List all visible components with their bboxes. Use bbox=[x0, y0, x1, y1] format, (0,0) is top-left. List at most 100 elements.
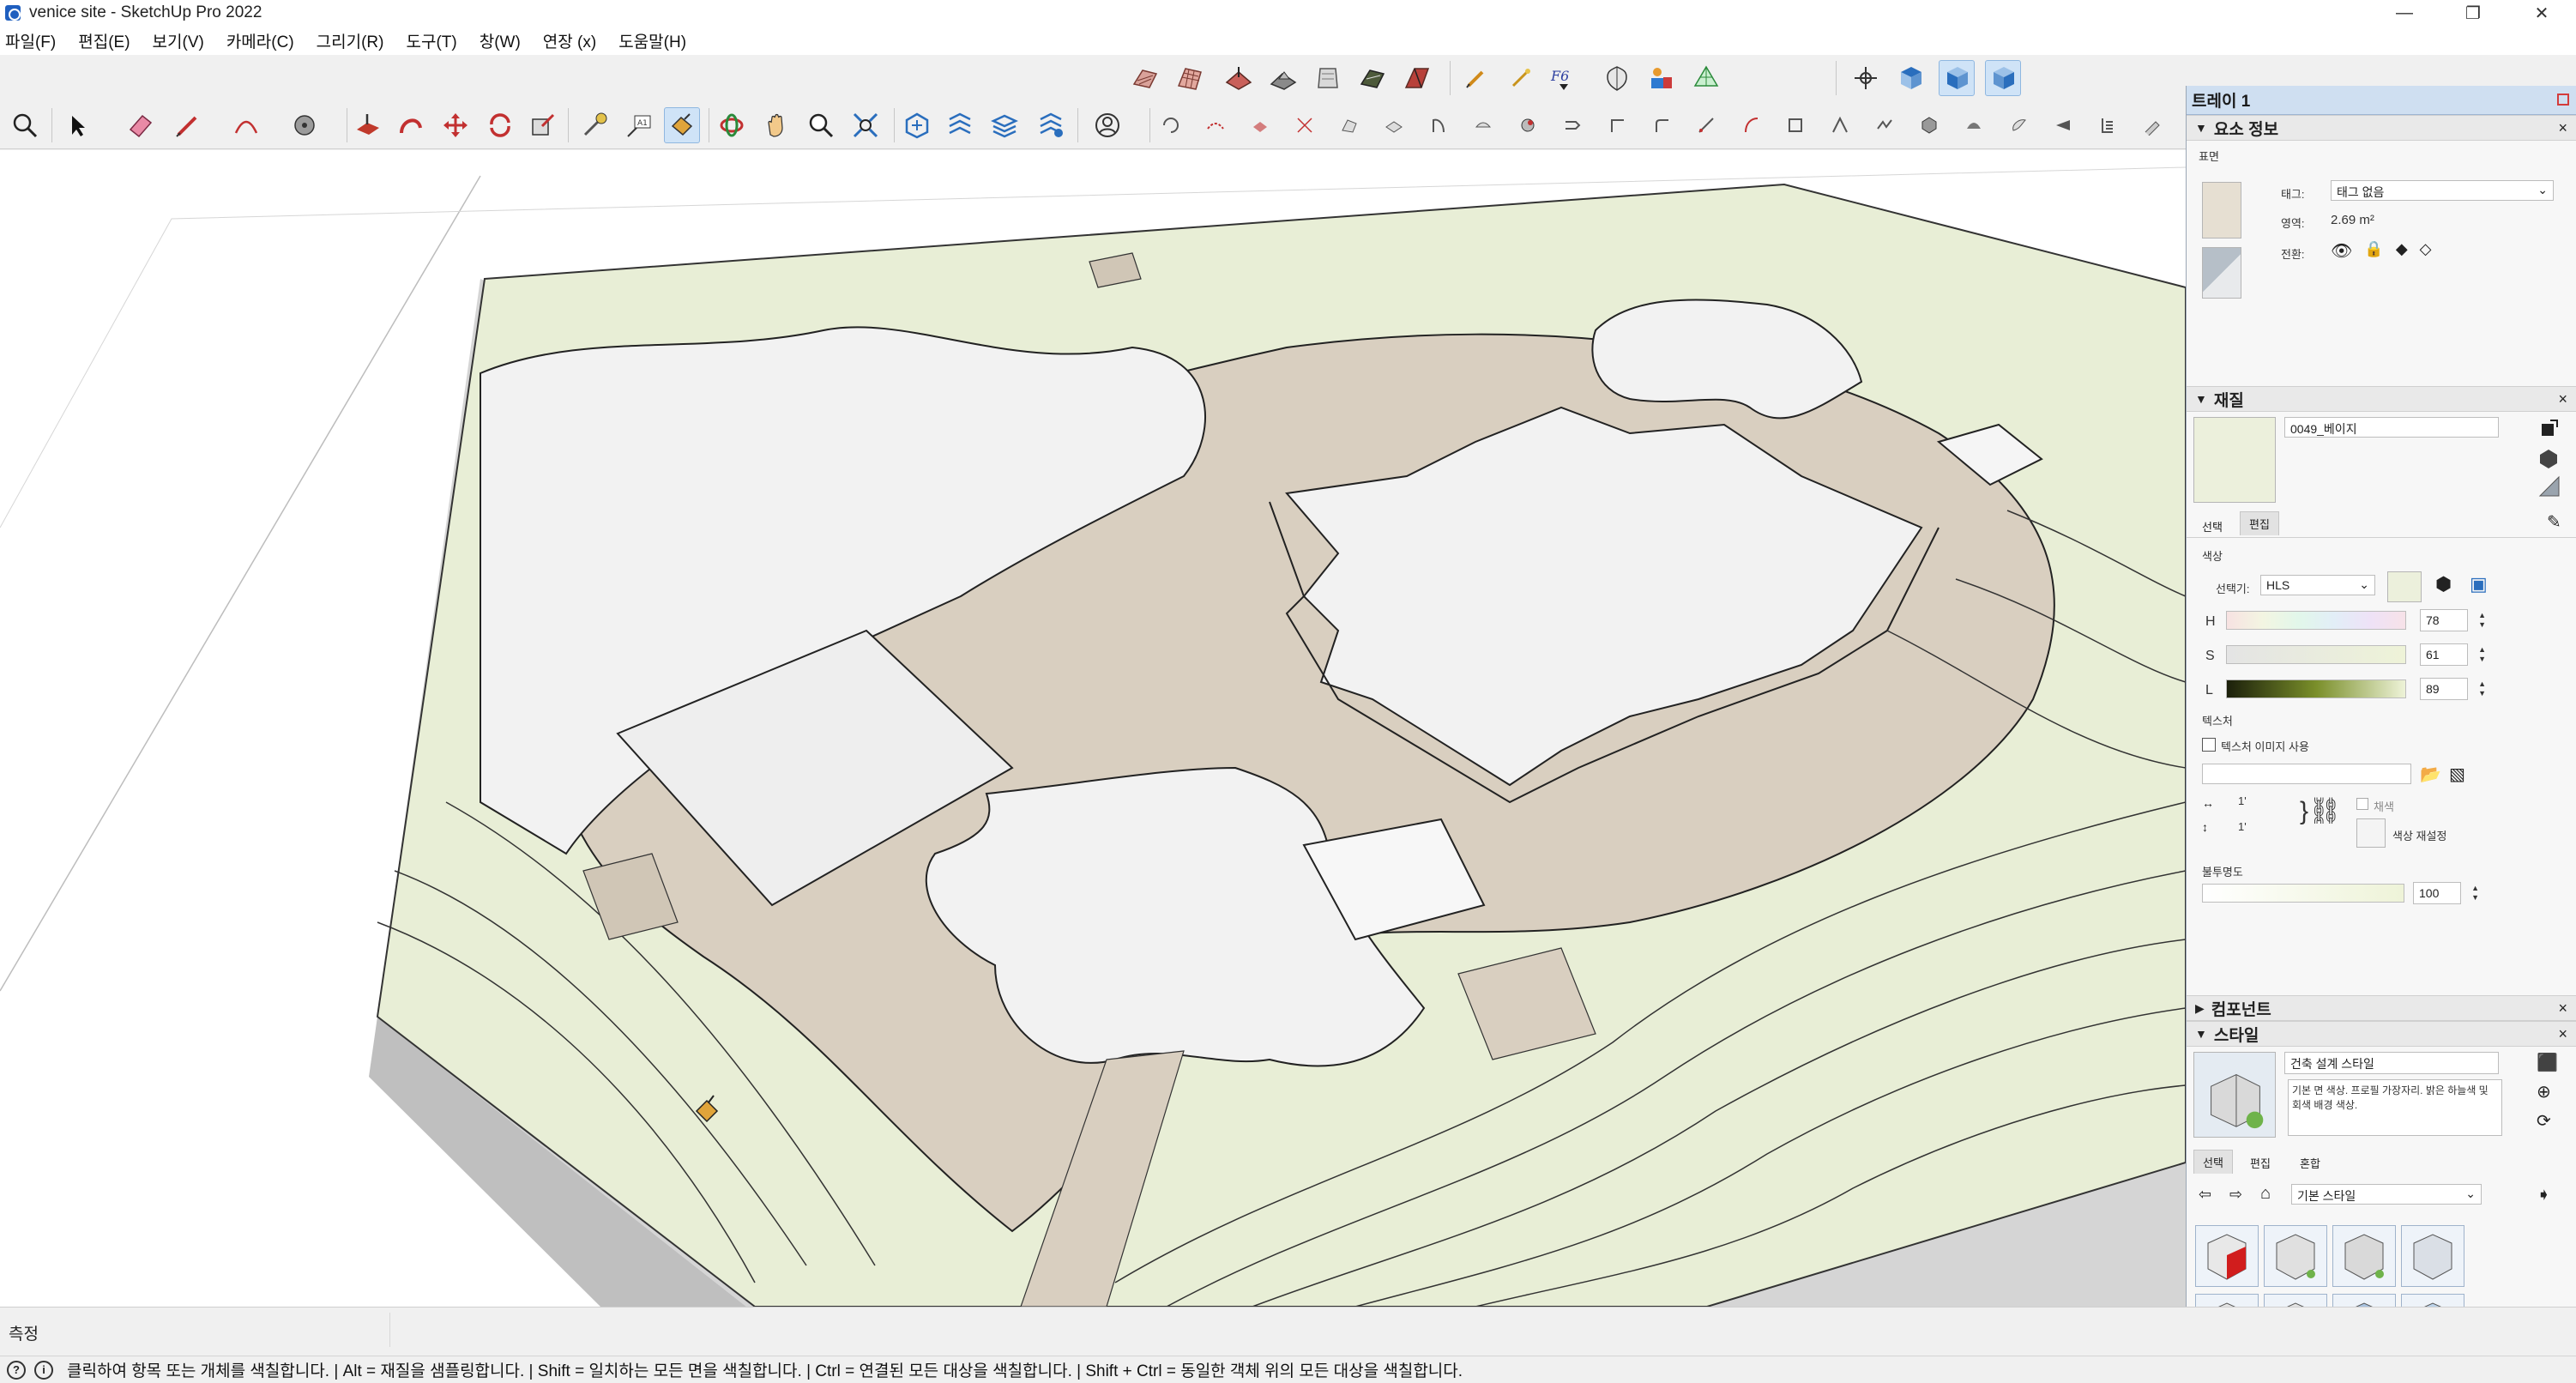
menu-tools[interactable]: 도구(T) bbox=[406, 29, 456, 52]
receive-shadow-icon[interactable]: ◇ bbox=[2420, 240, 2432, 262]
model-viewport[interactable] bbox=[0, 150, 2186, 1307]
zoom-window-icon[interactable] bbox=[848, 107, 884, 143]
account-icon[interactable] bbox=[1089, 107, 1125, 143]
shield-extension-icon[interactable] bbox=[1599, 60, 1635, 96]
follow-me-icon[interactable] bbox=[393, 107, 429, 143]
style-collection-dropdown[interactable]: 기본 스타일 ⌄ bbox=[2291, 1184, 2482, 1205]
expand-triangle-icon[interactable]: ▶ bbox=[2195, 1001, 2205, 1016]
warehouse-icon[interactable] bbox=[899, 107, 935, 143]
details-arrow-icon[interactable]: ➧ bbox=[2537, 1184, 2551, 1205]
orbit-icon[interactable] bbox=[714, 107, 750, 143]
hue-input[interactable]: 78 bbox=[2420, 609, 2486, 631]
materials-tab-edit[interactable]: 편집 bbox=[2240, 511, 2279, 535]
geo-location-icon[interactable]: ? bbox=[7, 1360, 26, 1380]
ext-icon-3[interactable] bbox=[1247, 112, 1273, 138]
wand-extension-icon[interactable] bbox=[1503, 60, 1539, 96]
style-item-4[interactable] bbox=[2401, 1225, 2464, 1287]
reset-color-swatch[interactable] bbox=[2356, 818, 2386, 848]
lock-icon[interactable]: 🔒 bbox=[2364, 240, 2383, 262]
lightness-input[interactable]: 89 bbox=[2420, 678, 2486, 700]
tape-measure-icon[interactable] bbox=[576, 107, 612, 143]
default-material-icon[interactable] bbox=[2537, 446, 2561, 470]
menu-extensions[interactable]: 연장 (x) bbox=[543, 29, 596, 52]
forward-arrow-icon[interactable]: ⇨ bbox=[2229, 1186, 2242, 1204]
flip-edge-icon[interactable] bbox=[1399, 60, 1435, 96]
opacity-input[interactable]: 100 bbox=[2413, 882, 2479, 904]
front-material-swatch[interactable] bbox=[2202, 182, 2241, 239]
ext-icon-8[interactable] bbox=[1470, 112, 1496, 138]
ext-icon-16[interactable] bbox=[1827, 112, 1853, 138]
line-pencil-icon[interactable] bbox=[170, 107, 206, 143]
ext-icon-17[interactable] bbox=[1872, 112, 1897, 138]
push-pull-icon[interactable] bbox=[350, 107, 386, 143]
text-tool-icon[interactable]: A1 bbox=[621, 107, 657, 143]
create-style-icon[interactable]: ⬛ bbox=[2537, 1052, 2558, 1073]
use-texture-checkbox[interactable] bbox=[2202, 738, 2216, 752]
create-material-icon[interactable] bbox=[2537, 417, 2561, 441]
styles-tab-select[interactable]: 선택 bbox=[2193, 1150, 2233, 1174]
ext-icon-19[interactable] bbox=[1961, 112, 1987, 138]
eraser-icon[interactable] bbox=[122, 107, 158, 143]
menu-window[interactable]: 창(W) bbox=[480, 29, 521, 52]
ext-icon-9[interactable] bbox=[1515, 112, 1541, 138]
pencil-extension-icon[interactable] bbox=[1458, 60, 1494, 96]
right-view-icon[interactable] bbox=[1985, 60, 2021, 96]
match-model-color-icon[interactable]: ⬢ bbox=[2435, 573, 2452, 595]
saturation-input[interactable]: 61 bbox=[2420, 643, 2486, 666]
ext-icon-5[interactable] bbox=[1336, 112, 1362, 138]
ext-icon-7[interactable] bbox=[1426, 112, 1451, 138]
network-extension-icon[interactable] bbox=[1688, 60, 1724, 96]
styles-tab-mix[interactable]: 혼합 bbox=[2291, 1151, 2329, 1175]
lightness-slider[interactable] bbox=[2226, 679, 2406, 698]
link-aspect-icon[interactable]: }⛓ bbox=[2300, 796, 2341, 826]
color-preview-swatch[interactable] bbox=[2387, 571, 2422, 602]
collapse-triangle-icon[interactable]: ▼ bbox=[2195, 1027, 2207, 1041]
menu-help[interactable]: 도움말(H) bbox=[618, 29, 686, 52]
arc-icon[interactable] bbox=[228, 107, 264, 143]
menu-camera[interactable]: 카메라(C) bbox=[226, 29, 294, 52]
style-thumbnail[interactable] bbox=[2193, 1052, 2276, 1138]
style-item-3[interactable] bbox=[2332, 1225, 2396, 1287]
tray-pin-icon[interactable] bbox=[2557, 94, 2569, 106]
menu-file[interactable]: 파일(F) bbox=[5, 29, 56, 52]
current-material-swatch[interactable] bbox=[2193, 417, 2276, 503]
ext-icon-18[interactable] bbox=[1916, 112, 1942, 138]
shapes-icon[interactable] bbox=[287, 107, 323, 143]
ext-icon-2[interactable] bbox=[1203, 112, 1228, 138]
sample-paint-icon[interactable] bbox=[2537, 474, 2562, 499]
info-icon[interactable]: i bbox=[34, 1360, 53, 1380]
visible-eye-icon[interactable]: 👁 bbox=[2331, 240, 2352, 262]
extension-manager-icon[interactable] bbox=[1033, 107, 1069, 143]
match-screen-color-icon[interactable]: ▣ bbox=[2470, 573, 2488, 595]
ext-icon-6[interactable] bbox=[1381, 112, 1407, 138]
browse-folder-icon[interactable]: 📂 bbox=[2420, 764, 2441, 785]
cast-shadow-icon[interactable]: ◆ bbox=[2396, 240, 2408, 262]
style-item-2[interactable] bbox=[2264, 1225, 2327, 1287]
eyedropper-icon[interactable]: ✎ bbox=[2547, 511, 2561, 533]
opacity-slider[interactable] bbox=[2202, 884, 2404, 903]
select-arrow-icon[interactable] bbox=[60, 107, 96, 143]
scale-icon[interactable] bbox=[525, 107, 561, 143]
stamp-icon[interactable] bbox=[1265, 60, 1301, 96]
layer-manager-icon[interactable] bbox=[986, 107, 1023, 143]
minimize-button[interactable]: — bbox=[2370, 0, 2439, 26]
components-header[interactable]: ▶ 컴포넌트 × bbox=[2187, 995, 2576, 1021]
close-panel-icon[interactable]: × bbox=[2558, 390, 2567, 408]
close-panel-icon[interactable]: × bbox=[2558, 119, 2567, 137]
ext-icon-22[interactable] bbox=[2095, 112, 2121, 138]
edit-texture-icon[interactable]: ▧ bbox=[2449, 764, 2465, 785]
rotate-icon[interactable] bbox=[482, 107, 518, 143]
measurements-input[interactable] bbox=[172, 1313, 390, 1347]
top-view-icon[interactable] bbox=[1892, 60, 1928, 96]
zoom-extents-icon[interactable] bbox=[7, 107, 43, 143]
style-item-1[interactable] bbox=[2195, 1225, 2259, 1287]
ext-icon-1[interactable] bbox=[1158, 112, 1184, 138]
ext-icon-15[interactable] bbox=[1783, 112, 1808, 138]
drape-icon[interactable] bbox=[1310, 60, 1346, 96]
refresh-icon[interactable]: ⟳ bbox=[2537, 1110, 2551, 1132]
ext-icon-10[interactable] bbox=[1559, 112, 1585, 138]
extension-warehouse-icon[interactable] bbox=[942, 107, 978, 143]
axes-view-icon[interactable] bbox=[1848, 60, 1884, 96]
front-view-icon[interactable] bbox=[1939, 60, 1975, 96]
collapse-triangle-icon[interactable]: ▼ bbox=[2195, 121, 2207, 135]
